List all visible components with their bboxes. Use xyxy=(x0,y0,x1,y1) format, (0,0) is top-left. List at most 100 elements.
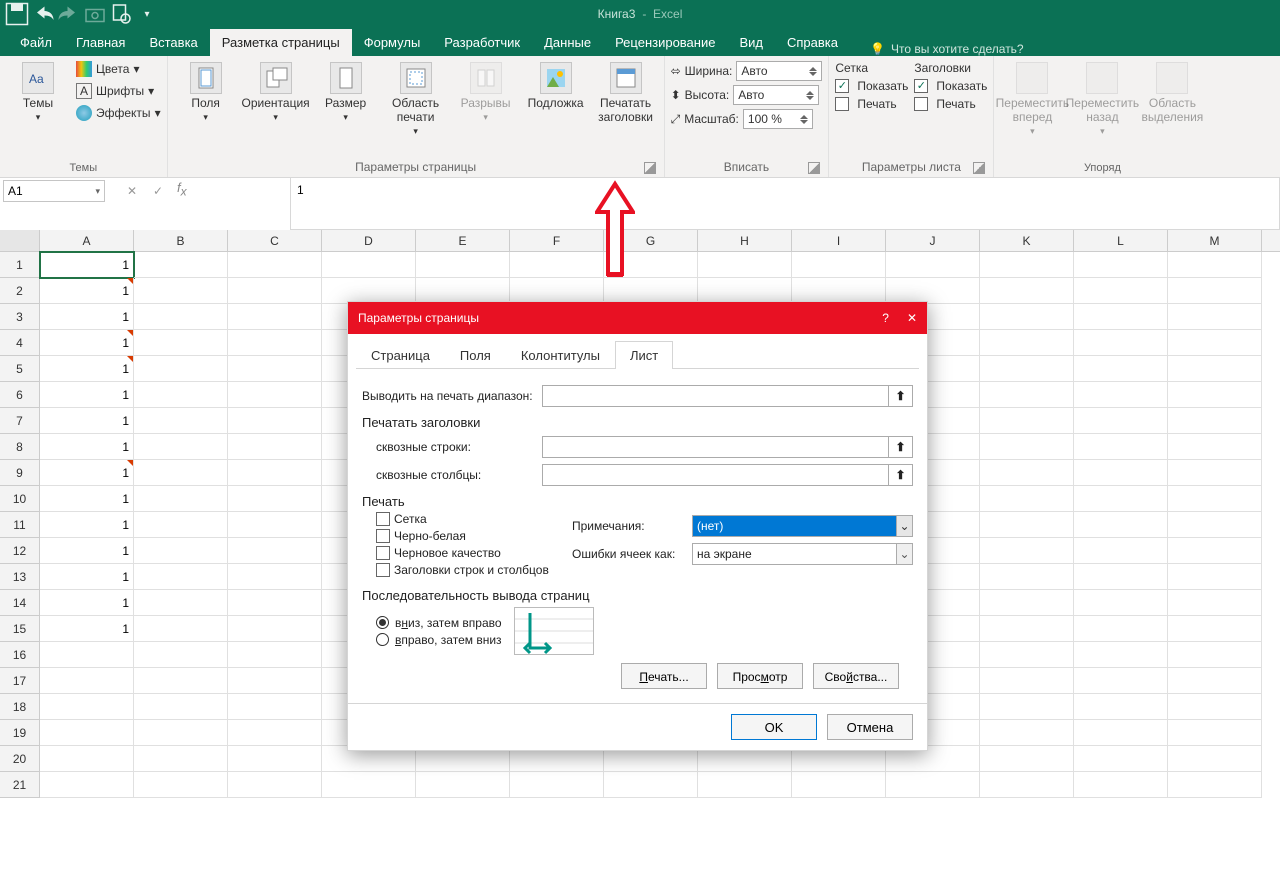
cell[interactable] xyxy=(1168,538,1262,564)
cell[interactable] xyxy=(1074,486,1168,512)
cell[interactable]: 1 xyxy=(40,564,134,590)
cell[interactable] xyxy=(980,694,1074,720)
print-button[interactable]: Печать... xyxy=(621,663,707,689)
help-button[interactable]: ? xyxy=(882,311,889,325)
row-header[interactable]: 8 xyxy=(0,434,40,460)
cell[interactable] xyxy=(1168,668,1262,694)
cell[interactable] xyxy=(228,694,322,720)
cell[interactable] xyxy=(1168,616,1262,642)
cell[interactable] xyxy=(1168,720,1262,746)
cell[interactable] xyxy=(134,590,228,616)
tab-review[interactable]: Рецензирование xyxy=(603,29,727,56)
cell[interactable] xyxy=(1074,512,1168,538)
cell[interactable] xyxy=(1074,278,1168,304)
cell[interactable] xyxy=(40,746,134,772)
cell[interactable] xyxy=(980,746,1074,772)
name-box[interactable]: A1▾ xyxy=(3,180,105,202)
camera-icon[interactable] xyxy=(83,2,107,26)
save-icon[interactable] xyxy=(5,2,29,26)
tell-me-search[interactable]: 💡 Что вы хотите сделать? xyxy=(870,42,1024,56)
cancel-button[interactable]: Отмена xyxy=(827,714,913,740)
cell[interactable] xyxy=(134,720,228,746)
cell[interactable] xyxy=(980,564,1074,590)
cell[interactable] xyxy=(134,460,228,486)
cell[interactable] xyxy=(134,746,228,772)
cell[interactable] xyxy=(40,720,134,746)
cell[interactable] xyxy=(1168,460,1262,486)
cell[interactable] xyxy=(1168,356,1262,382)
cell[interactable] xyxy=(1074,564,1168,590)
col-header[interactable]: A xyxy=(40,230,134,251)
cell[interactable] xyxy=(980,408,1074,434)
redo-icon[interactable] xyxy=(57,2,81,26)
cell[interactable]: 1 xyxy=(40,616,134,642)
cell[interactable]: 1 xyxy=(40,434,134,460)
fx-icon[interactable]: fx xyxy=(177,180,187,199)
cancel-formula-icon[interactable]: ✕ xyxy=(121,180,143,202)
themes-button[interactable]: Aa Темы▾ xyxy=(6,60,70,125)
cell[interactable] xyxy=(980,512,1074,538)
cell[interactable] xyxy=(510,772,604,798)
cell[interactable] xyxy=(134,408,228,434)
cell[interactable] xyxy=(1074,382,1168,408)
tab-data[interactable]: Данные xyxy=(532,29,603,56)
tab-file[interactable]: Файл xyxy=(8,29,64,56)
cell[interactable] xyxy=(40,772,134,798)
cell[interactable] xyxy=(40,694,134,720)
cell[interactable] xyxy=(1168,382,1262,408)
cell[interactable] xyxy=(980,252,1074,278)
order-over-down-radio[interactable]: вправо, затем вниз xyxy=(376,633,502,647)
cell[interactable] xyxy=(40,642,134,668)
cell[interactable]: 1 xyxy=(40,408,134,434)
cell[interactable] xyxy=(134,642,228,668)
cell[interactable] xyxy=(416,772,510,798)
cell[interactable] xyxy=(134,694,228,720)
cell[interactable] xyxy=(1074,746,1168,772)
cell[interactable] xyxy=(1074,460,1168,486)
scale-input[interactable]: 100 % xyxy=(743,109,813,129)
cell[interactable] xyxy=(1074,694,1168,720)
cell[interactable] xyxy=(1168,772,1262,798)
tab-insert[interactable]: Вставка xyxy=(137,29,209,56)
colors-button[interactable]: Цвета ▾ xyxy=(76,60,161,78)
cell[interactable] xyxy=(1168,746,1262,772)
tab-developer[interactable]: Разработчик xyxy=(432,29,532,56)
sheet-launcher[interactable] xyxy=(973,162,985,174)
cell[interactable] xyxy=(1074,720,1168,746)
cell[interactable] xyxy=(980,772,1074,798)
cell[interactable] xyxy=(228,278,322,304)
qat-customize-icon[interactable]: ▾ xyxy=(135,2,159,26)
cell[interactable] xyxy=(1074,434,1168,460)
cell[interactable] xyxy=(134,538,228,564)
cell[interactable] xyxy=(980,460,1074,486)
col-header[interactable]: L xyxy=(1074,230,1168,251)
cell[interactable] xyxy=(886,252,980,278)
row-header[interactable]: 10 xyxy=(0,486,40,512)
cell[interactable] xyxy=(228,408,322,434)
cell[interactable]: 1 xyxy=(40,538,134,564)
cell[interactable]: 1 xyxy=(40,486,134,512)
selection-pane-button[interactable]: Область выделения xyxy=(1140,60,1204,126)
row-header[interactable]: 12 xyxy=(0,538,40,564)
headings-print-check[interactable]: Печать xyxy=(914,96,987,112)
row-header[interactable]: 13 xyxy=(0,564,40,590)
cell[interactable] xyxy=(980,304,1074,330)
cell[interactable] xyxy=(980,486,1074,512)
cell[interactable] xyxy=(1074,304,1168,330)
enter-formula-icon[interactable]: ✓ xyxy=(147,180,169,202)
cell[interactable] xyxy=(886,772,980,798)
cell[interactable]: 1 xyxy=(40,512,134,538)
cell[interactable] xyxy=(1168,486,1262,512)
print-area-button[interactable]: Область печати▾ xyxy=(384,60,448,139)
cell[interactable] xyxy=(134,356,228,382)
cell[interactable]: 1 xyxy=(40,330,134,356)
undo-icon[interactable] xyxy=(31,2,55,26)
cell[interactable] xyxy=(1168,642,1262,668)
cell[interactable] xyxy=(980,538,1074,564)
cell[interactable] xyxy=(1074,356,1168,382)
cell[interactable] xyxy=(322,252,416,278)
ok-button[interactable]: OK xyxy=(731,714,817,740)
cell[interactable] xyxy=(134,512,228,538)
tab-view[interactable]: Вид xyxy=(727,29,775,56)
row-header[interactable]: 16 xyxy=(0,642,40,668)
